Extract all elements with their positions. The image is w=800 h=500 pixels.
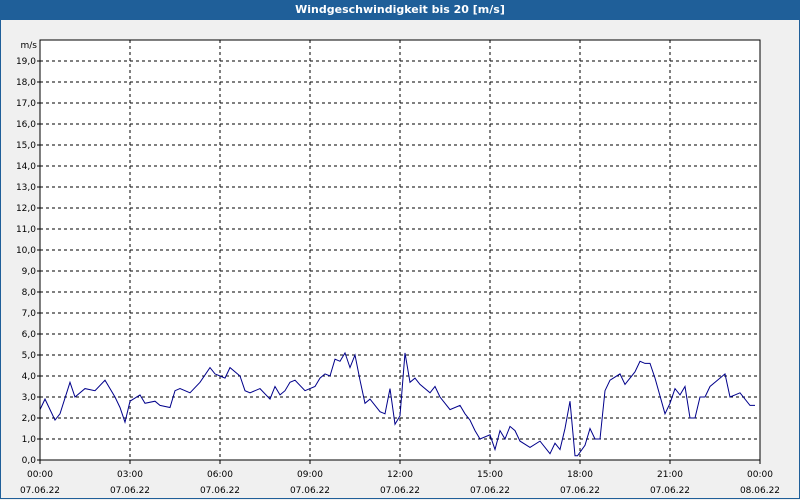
x-tick-date-label: 07.06.22	[560, 486, 600, 496]
y-tick-label: 16,0	[16, 120, 36, 130]
y-tick-label: 14,0	[16, 162, 36, 172]
y-axis-unit-label: m/s	[21, 41, 38, 51]
y-tick-label: 12,0	[16, 204, 36, 214]
x-tick-time-label: 15:00	[477, 470, 503, 480]
y-tick-label: 3,0	[22, 393, 37, 403]
y-tick-label: 0,0	[22, 456, 37, 466]
y-tick-label: 13,0	[16, 183, 36, 193]
y-tick-label: 9,0	[22, 267, 37, 277]
x-tick-time-label: 21:00	[657, 470, 683, 480]
x-tick-time-label: 06:00	[207, 470, 233, 480]
x-tick-time-label: 18:00	[567, 470, 593, 480]
x-tick-date-label: 07.06.22	[380, 486, 420, 496]
y-tick-label: 5,0	[22, 351, 37, 361]
x-axis: 00:00 07.06.22 03:00 07.06.22 06:00 07.06.22 0…	[20, 460, 780, 496]
x-tick-time-label: 00:00	[27, 470, 53, 480]
x-tick-time-label: 09:00	[297, 470, 323, 480]
x-tick-date-label: 08.06.22	[740, 486, 780, 496]
y-tick-label: 15,0	[16, 141, 36, 151]
y-tick-label: 8,0	[22, 288, 37, 298]
x-tick-date-label: 07.06.22	[650, 486, 690, 496]
x-tick-date-label: 07.06.22	[200, 486, 240, 496]
x-tick-date-label: 07.06.22	[110, 486, 150, 496]
y-axis: 0,0 1,0 2,0 3,0 4,0 5,0 6,0 7,0 8,0 9,0 10,0 11,0 12…	[16, 57, 40, 466]
grid	[40, 40, 760, 460]
y-tick-label: 6,0	[22, 330, 37, 340]
y-tick-label: 19,0	[16, 57, 36, 67]
y-tick-label: 1,0	[22, 435, 37, 445]
y-tick-label: 18,0	[16, 78, 36, 88]
y-tick-label: 10,0	[16, 246, 36, 256]
y-tick-label: 7,0	[22, 309, 37, 319]
x-tick-date-label: 07.06.22	[20, 486, 60, 496]
x-tick-date-label: 07.06.22	[290, 486, 330, 496]
y-tick-label: 4,0	[22, 372, 37, 382]
wind-speed-chart: 0,0 1,0 2,0 3,0 4,0 5,0 6,0 7,0 8,0 9,0 10,0 11,0 12…	[16, 39, 780, 496]
x-tick-time-label: 03:00	[117, 470, 143, 480]
y-tick-label: 11,0	[16, 225, 36, 235]
x-tick-time-label: 12:00	[387, 470, 413, 480]
y-tick-label: 2,0	[22, 414, 37, 424]
y-tick-label: 17,0	[16, 99, 36, 109]
x-tick-date-label: 07.06.22	[470, 486, 510, 496]
x-tick-time-label: 00:00	[747, 470, 773, 480]
